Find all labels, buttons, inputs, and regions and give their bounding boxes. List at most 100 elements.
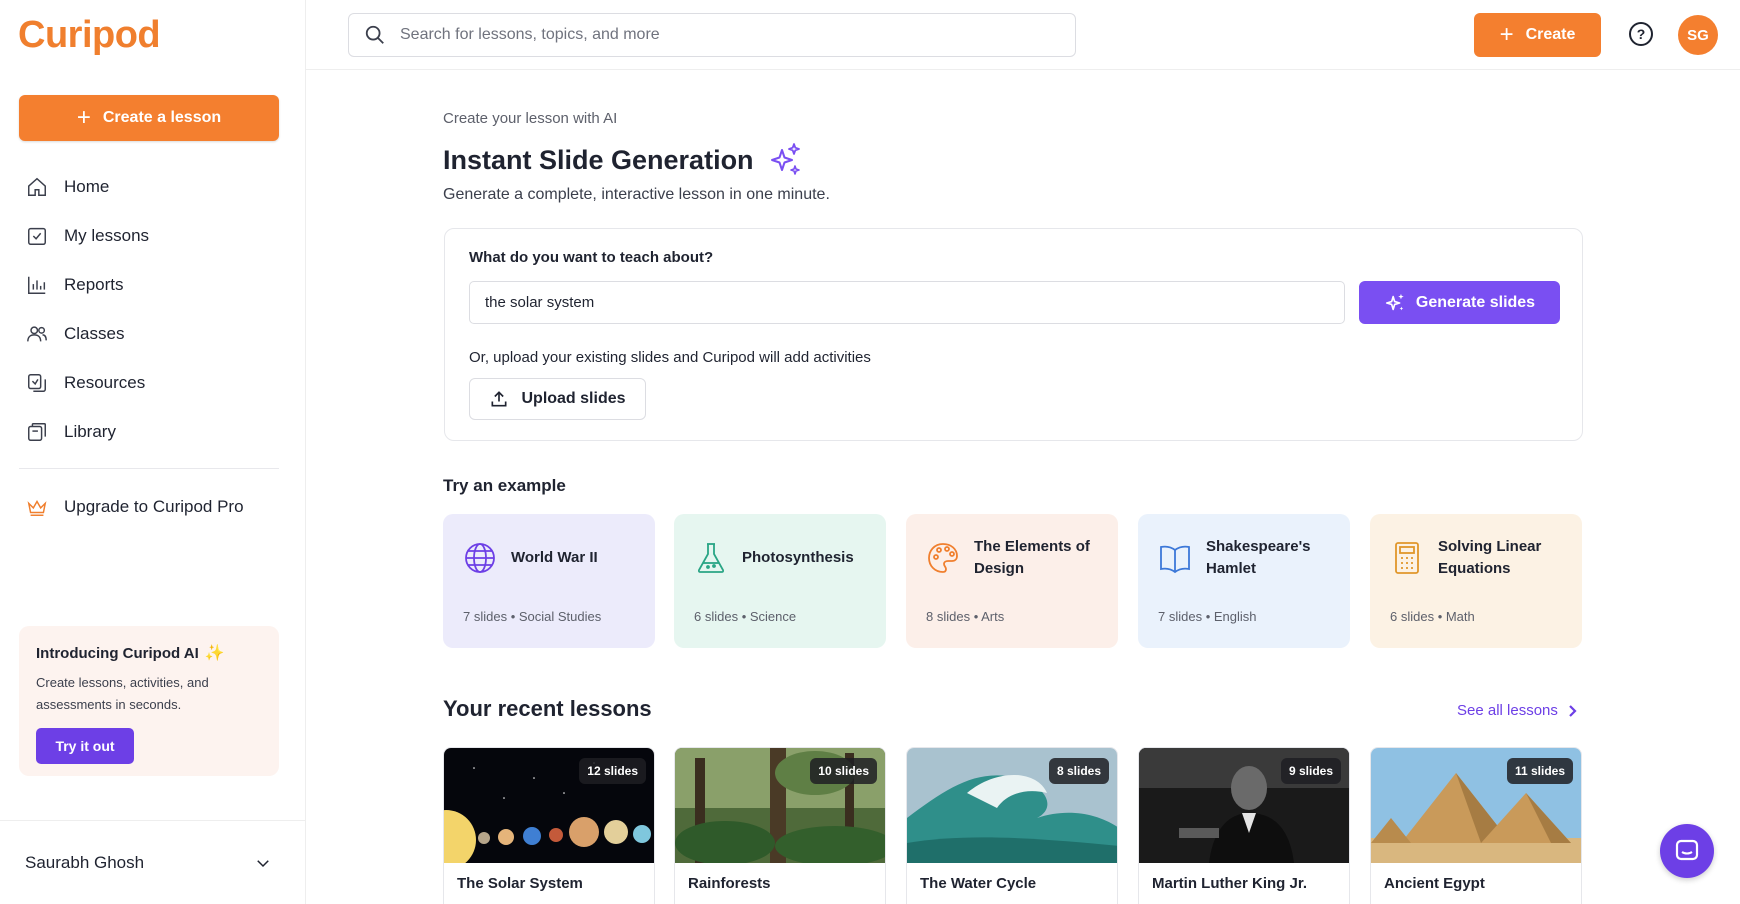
search-input[interactable] <box>400 26 1040 44</box>
example-title: World War II <box>511 549 598 566</box>
create-label: Create <box>1525 26 1576 43</box>
page-title-row: Instant Slide Generation <box>443 142 802 178</box>
lesson-thumbnail: 8 slides <box>907 748 1117 863</box>
lesson-title: Ancient Egypt <box>1384 875 1485 892</box>
curipod-logo[interactable]: Curipod <box>18 14 161 57</box>
classes-icon <box>27 325 47 341</box>
page-title: Instant Slide Generation <box>443 144 754 175</box>
sidebar-item-home[interactable]: Home <box>0 162 306 211</box>
example-title: The Elements of Design <box>974 538 1090 577</box>
example-meta: 7 slides • Social Studies <box>463 609 602 624</box>
chevron-down-icon <box>257 859 269 867</box>
lesson-card[interactable]: 12 slides The Solar System <box>443 747 655 904</box>
generate-slides-button[interactable]: Generate slides <box>1359 281 1560 324</box>
lesson-title: The Solar System <box>457 875 583 892</box>
example-title: Solving Linear Equations <box>1438 538 1542 577</box>
example-meta: 6 slides • Science <box>694 609 797 624</box>
chevron-right-icon <box>1569 704 1577 717</box>
example-card[interactable]: The Elements of Design 8 slides • Arts <box>906 514 1118 648</box>
crown-icon <box>27 499 47 516</box>
lesson-thumbnail: 11 slides <box>1371 748 1581 863</box>
sidebar-item-reports[interactable]: Reports <box>0 260 306 309</box>
chat-support-button[interactable] <box>1660 824 1714 878</box>
upload-hint: Or, upload your existing slides and Curi… <box>469 349 871 366</box>
promo-text: Create lessons, activities, and assessme… <box>36 675 209 712</box>
resources-icon <box>28 373 46 392</box>
example-head: Shakespeare's Hamlet <box>1158 536 1330 580</box>
topic-question: What do you want to teach about? <box>469 249 714 266</box>
sparkle-icon: ✨ <box>204 645 225 662</box>
search-box[interactable] <box>348 13 1076 57</box>
promo-title: Introducing Curipod AI <box>36 644 199 662</box>
example-meta: 8 slides • Arts <box>926 609 1005 624</box>
sparkles-icon <box>770 143 800 175</box>
sidebar-item-library[interactable]: Library <box>0 407 306 456</box>
create-lesson-label: Create a lesson <box>102 109 222 126</box>
sidebar-item-upgrade[interactable]: Upgrade to Curipod Pro <box>0 482 306 531</box>
page-subtitle: Generate a complete, interactive lesson … <box>443 186 830 203</box>
book-icon <box>1160 545 1190 574</box>
upload-slides-button[interactable]: Upload slides <box>469 378 646 420</box>
globe-icon <box>465 543 495 573</box>
help-icon[interactable]: ? <box>1629 22 1653 46</box>
see-all-label: See all lessons <box>1457 702 1558 719</box>
user-name: Saurabh Ghosh <box>25 852 145 872</box>
lessons-icon <box>28 227 46 245</box>
chat-icon <box>1675 839 1699 861</box>
example-head: Solving Linear Equations <box>1390 536 1562 580</box>
avatar[interactable]: SG <box>1678 15 1718 55</box>
lesson-card[interactable]: 10 slides Rainforests <box>674 747 886 904</box>
library-icon <box>28 422 46 441</box>
lesson-title: Martin Luther King Jr. <box>1152 875 1308 892</box>
lesson-title: The Water Cycle <box>920 875 1037 892</box>
top-bar: + Create ? SG <box>306 0 1740 70</box>
plus-icon: + <box>76 104 91 131</box>
lesson-card[interactable]: 8 slides The Water Cycle <box>906 747 1118 904</box>
flask-icon <box>697 543 725 573</box>
slide-count-badge: 10 slides <box>810 758 877 784</box>
sidebar-item-label: Library <box>64 421 116 441</box>
create-button[interactable]: + Create <box>1474 13 1601 57</box>
sidebar: Curipod + Create a lesson Home My lesson… <box>0 0 306 904</box>
sidebar-nav: Home My lessons Reports Classes Resource… <box>0 162 306 456</box>
slide-count-badge: 8 slides <box>1048 758 1109 784</box>
upgrade-label: Upgrade to Curipod Pro <box>64 496 244 516</box>
example-card[interactable]: Solving Linear Equations 6 slides • Math <box>1370 514 1582 648</box>
reports-icon <box>28 276 46 294</box>
lesson-card[interactable]: 9 slides Martin Luther King Jr. <box>1138 747 1350 904</box>
sidebar-item-classes[interactable]: Classes <box>0 309 306 358</box>
topic-input[interactable] <box>469 281 1345 324</box>
example-card[interactable]: Shakespeare's Hamlet 7 slides • English <box>1138 514 1350 648</box>
create-lesson-button[interactable]: + Create a lesson <box>19 95 279 141</box>
example-head: World War II <box>463 536 635 580</box>
try-it-out-button[interactable]: Try it out <box>36 728 134 764</box>
slide-count-badge: 12 slides <box>579 758 646 784</box>
example-title: Shakespeare's Hamlet <box>1206 538 1311 577</box>
home-icon <box>28 177 46 196</box>
sidebar-item-label: Classes <box>64 323 125 343</box>
examples-row: World War II 7 slides • Social Studies P… <box>443 514 1583 648</box>
upload-icon <box>491 391 507 407</box>
plus-icon: + <box>1499 21 1514 48</box>
upgrade-link[interactable]: Upgrade to Curipod Pro <box>0 482 306 531</box>
calculator-icon <box>1395 542 1419 574</box>
sidebar-item-my-lessons[interactable]: My lessons <box>0 211 306 260</box>
slide-count-badge: 9 slides <box>1280 758 1341 784</box>
promo-title-row: Introducing Curipod AI ✨ <box>36 643 262 663</box>
sidebar-item-label: Home <box>64 176 110 196</box>
example-card[interactable]: Photosynthesis 6 slides • Science <box>674 514 886 648</box>
sidebar-item-label: Resources <box>64 372 146 392</box>
sparkles-icon <box>1385 293 1404 310</box>
examples-heading: Try an example <box>443 476 566 495</box>
generator-card: What do you want to teach about? Generat… <box>444 228 1583 441</box>
sidebar-divider <box>19 468 279 469</box>
lesson-card[interactable]: 11 slides Ancient Egypt <box>1370 747 1582 904</box>
palette-icon <box>928 543 958 573</box>
example-card[interactable]: World War II 7 slides • Social Studies <box>443 514 655 648</box>
user-menu[interactable]: Saurabh Ghosh <box>0 820 306 904</box>
sidebar-item-resources[interactable]: Resources <box>0 358 306 407</box>
sidebar-item-label: My lessons <box>64 225 150 245</box>
example-meta: 6 slides • Math <box>1390 609 1475 624</box>
see-all-lessons-link[interactable]: See all lessons <box>1457 702 1578 719</box>
search-icon <box>365 25 384 44</box>
